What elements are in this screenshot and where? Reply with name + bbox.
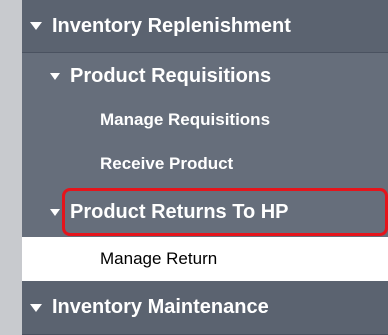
side-navigation: Inventory Replenishment Product Requisit… xyxy=(22,0,388,335)
caret-down-icon xyxy=(50,72,60,80)
left-gutter xyxy=(0,0,22,335)
nav-item-product-returns-to-hp[interactable]: Product Returns To HP xyxy=(22,190,388,234)
nav-item-product-requisitions[interactable]: Product Requisitions xyxy=(22,54,388,98)
caret-down-icon xyxy=(30,22,42,30)
nav-label: Manage Requisitions xyxy=(100,110,271,129)
nav-label: Manage Return xyxy=(100,249,218,268)
nav-section-inventory-replenishment[interactable]: Inventory Replenishment xyxy=(22,0,388,53)
nav-label: Inventory Maintenance xyxy=(52,296,269,318)
nav-label: Product Returns To HP xyxy=(70,200,289,223)
caret-down-icon xyxy=(30,303,42,312)
caret-down-icon xyxy=(50,208,60,216)
nav-label: Inventory Replenishment xyxy=(52,14,291,37)
nav-label: Product Requisitions xyxy=(70,64,272,87)
nav-label: Receive Product xyxy=(100,154,234,173)
nav-section-inventory-maintenance[interactable]: Inventory Maintenance xyxy=(22,281,388,335)
nav-item-manage-return[interactable]: Manage Return xyxy=(22,237,388,281)
nav-item-receive-product[interactable]: Receive Product xyxy=(22,142,388,186)
nav-item-manage-requisitions[interactable]: Manage Requisitions xyxy=(22,98,388,142)
